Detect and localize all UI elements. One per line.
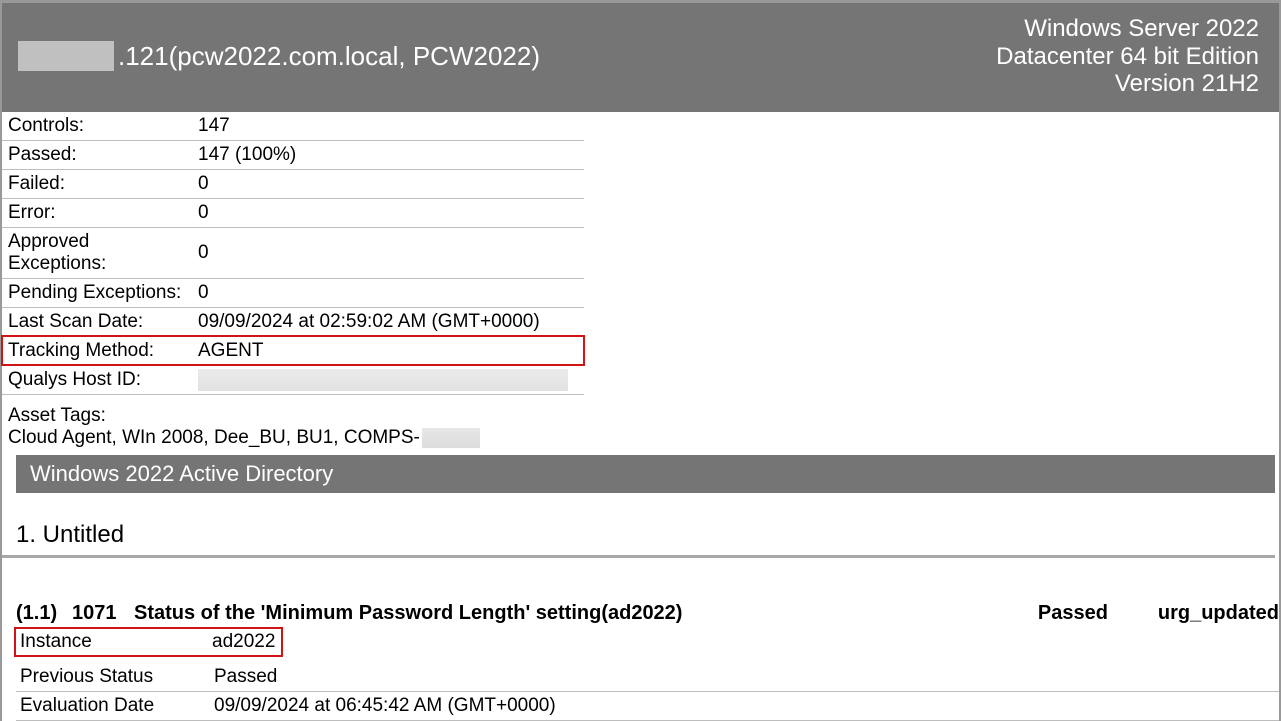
eval-date-value: 09/09/2024 at 06:45:42 AM (GMT+0000) bbox=[210, 691, 1279, 720]
redacted-tag-suffix bbox=[422, 428, 480, 448]
tracking-value: AGENT bbox=[192, 336, 584, 365]
redacted-hostid bbox=[198, 369, 568, 391]
control-status: Passed bbox=[1038, 602, 1158, 625]
hostid-value bbox=[192, 365, 584, 394]
section-subtitle: 1. Untitled bbox=[2, 493, 1275, 558]
host-paren: (pcw2022.com.local, PCW2022) bbox=[169, 41, 540, 72]
instance-highlight-box: Instance ad2022 bbox=[14, 627, 283, 657]
redacted-ip-block bbox=[18, 41, 114, 71]
error-label: Error: bbox=[2, 198, 192, 227]
os-info-block: Windows Server 2022 Datacenter 64 bit Ed… bbox=[996, 15, 1259, 98]
prev-status-value: Passed bbox=[210, 663, 1279, 692]
approved-ex-label: Approved Exceptions: bbox=[2, 227, 192, 278]
eval-date-label: Evaluation Date bbox=[16, 691, 210, 720]
hostid-label: Qualys Host ID: bbox=[2, 365, 192, 394]
failed-label: Failed: bbox=[2, 169, 192, 198]
row-evaluation-date: Evaluation Date 09/09/2024 at 06:45:42 A… bbox=[16, 691, 1279, 720]
os-line2: Datacenter 64 bit Edition bbox=[996, 43, 1259, 71]
summary-table: Controls: 147 Passed: 147 (100%) Failed:… bbox=[2, 112, 584, 395]
ip-suffix: .121 bbox=[118, 41, 169, 72]
prev-status-label: Previous Status bbox=[16, 663, 210, 692]
control-detail-table: Previous Status Passed Evaluation Date 0… bbox=[16, 663, 1279, 721]
row-qualys-host-id: Qualys Host ID: bbox=[2, 365, 584, 394]
host-title: .121 (pcw2022.com.local, PCW2022) bbox=[18, 41, 540, 72]
control-block: (1.1) 1071 Status of the 'Minimum Passwo… bbox=[2, 558, 1279, 721]
row-last-scan: Last Scan Date: 09/09/2024 at 02:59:02 A… bbox=[2, 307, 584, 336]
section-bar: Windows 2022 Active Directory bbox=[16, 455, 1275, 493]
host-header: .121 (pcw2022.com.local, PCW2022) Window… bbox=[2, 3, 1279, 112]
control-urg: urg_updated bbox=[1158, 602, 1279, 625]
asset-tags-block: Asset Tags: Cloud Agent, WIn 2008, Dee_B… bbox=[2, 395, 1279, 455]
failed-value: 0 bbox=[192, 169, 584, 198]
row-failed: Failed: 0 bbox=[2, 169, 584, 198]
controls-label: Controls: bbox=[2, 112, 192, 141]
passed-value: 147 (100%) bbox=[192, 140, 584, 169]
row-controls: Controls: 147 bbox=[2, 112, 584, 141]
row-previous-status: Previous Status Passed bbox=[16, 663, 1279, 692]
row-tracking-method: Tracking Method: AGENT bbox=[2, 336, 584, 365]
passed-label: Passed: bbox=[2, 140, 192, 169]
row-passed: Passed: 147 (100%) bbox=[2, 140, 584, 169]
row-approved-exceptions: Approved Exceptions: 0 bbox=[2, 227, 584, 278]
control-title-text: Status of the 'Minimum Password Length' … bbox=[134, 602, 682, 625]
tracking-label: Tracking Method: bbox=[2, 336, 192, 365]
asset-tags-text: Cloud Agent, WIn 2008, Dee_BU, BU1, COMP… bbox=[8, 427, 420, 449]
control-id: 1071 bbox=[72, 602, 134, 625]
error-value: 0 bbox=[192, 198, 584, 227]
approved-ex-value: 0 bbox=[192, 227, 584, 278]
os-line1: Windows Server 2022 bbox=[996, 15, 1259, 43]
control-number: (1.1) bbox=[16, 602, 72, 625]
pending-ex-value: 0 bbox=[192, 278, 584, 307]
instance-value: ad2022 bbox=[208, 629, 281, 655]
control-title-row: (1.1) 1071 Status of the 'Minimum Passwo… bbox=[16, 602, 1279, 627]
row-pending-exceptions: Pending Exceptions: 0 bbox=[2, 278, 584, 307]
asset-tags-label: Asset Tags: bbox=[8, 405, 1273, 427]
last-scan-label: Last Scan Date: bbox=[2, 307, 192, 336]
instance-label: Instance bbox=[16, 629, 208, 655]
pending-ex-label: Pending Exceptions: bbox=[2, 278, 192, 307]
controls-value: 147 bbox=[192, 112, 584, 141]
last-scan-value: 09/09/2024 at 02:59:02 AM (GMT+0000) bbox=[192, 307, 584, 336]
row-instance: Instance ad2022 bbox=[16, 629, 281, 655]
asset-tags-line: Cloud Agent, WIn 2008, Dee_BU, BU1, COMP… bbox=[8, 427, 1273, 449]
os-line3: Version 21H2 bbox=[996, 70, 1259, 98]
row-error: Error: 0 bbox=[2, 198, 584, 227]
